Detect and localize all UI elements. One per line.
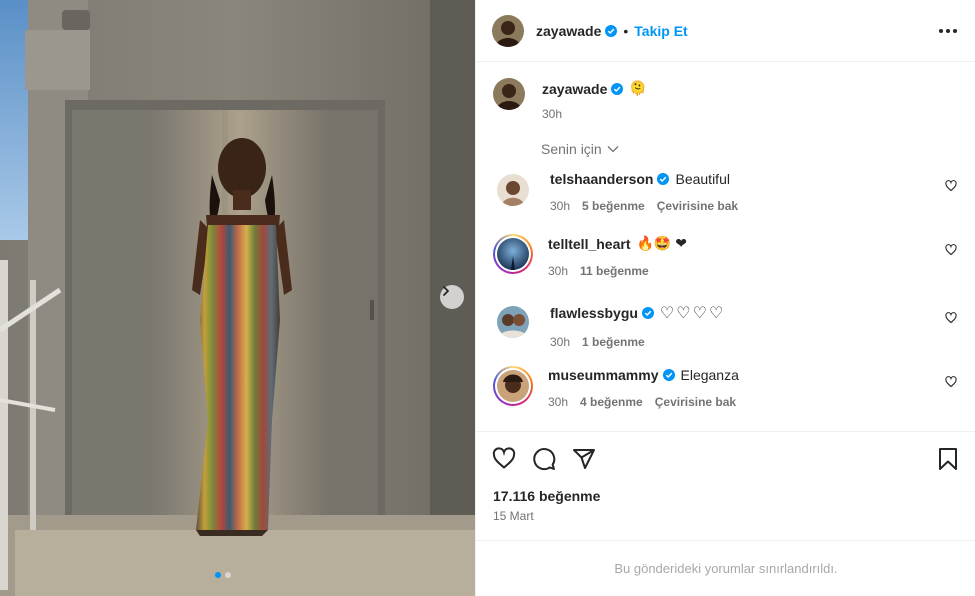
comment-text: Beautiful bbox=[675, 171, 730, 187]
verified-badge-icon bbox=[662, 369, 675, 381]
comment-heart-icon[interactable] bbox=[945, 180, 957, 192]
carousel-dot bbox=[225, 572, 231, 578]
comment-text: Eleganza bbox=[680, 367, 739, 383]
chevron-down-icon bbox=[607, 146, 619, 153]
commenter-avatar[interactable] bbox=[497, 306, 529, 338]
comment-item: telshaanderson Beautiful 30h 5 beğenme Ç… bbox=[493, 170, 963, 213]
author-username[interactable]: zayawade bbox=[536, 23, 601, 39]
carousel-dot-active bbox=[215, 572, 221, 578]
comment-item: telltell_heart 🔥🤩 ❤ 30h 11 beğenme bbox=[493, 234, 963, 278]
comment-bubble-icon bbox=[533, 448, 556, 471]
caption-timestamp[interactable]: 30h bbox=[542, 107, 647, 121]
comment-likes-count[interactable]: 4 beğenme bbox=[580, 395, 643, 409]
post-likes-count[interactable]: 17.116 beğenme bbox=[493, 488, 600, 504]
story-ring[interactable] bbox=[493, 366, 533, 406]
commenter-username[interactable]: telshaanderson bbox=[550, 171, 653, 187]
commenter-username[interactable]: flawlessbygu bbox=[550, 305, 638, 321]
see-translation-link[interactable]: Çevirisine bak bbox=[657, 199, 738, 213]
comment-sort-dropdown[interactable]: Senin için bbox=[541, 141, 619, 157]
author-avatar[interactable] bbox=[492, 14, 524, 47]
comments-limited-notice: Bu gönderideki yorumlar sınırlandırıldı. bbox=[476, 540, 975, 596]
comment-heart-icon[interactable] bbox=[945, 244, 957, 256]
caption-text: 🫠 bbox=[629, 80, 647, 96]
verified-badge-icon bbox=[605, 24, 618, 37]
heart-icon bbox=[492, 447, 516, 469]
story-ring[interactable] bbox=[493, 234, 533, 274]
comment-button[interactable] bbox=[532, 447, 556, 471]
carousel-dots bbox=[215, 572, 231, 578]
comment-item: museummammy Eleganza 30h 4 beğenme Çevir… bbox=[493, 366, 963, 409]
more-options-icon[interactable] bbox=[937, 23, 959, 39]
comment-timestamp[interactable]: 30h bbox=[548, 264, 568, 278]
comments-limited-text: Bu gönderideki yorumlar sınırlandırıldı. bbox=[614, 561, 838, 576]
photo-illustration bbox=[0, 0, 475, 596]
comment-text: 🔥🤩 ❤ bbox=[636, 235, 687, 251]
comment-likes-count[interactable]: 11 beğenme bbox=[580, 264, 649, 278]
comment-item: flawlessbygu ♡♡♡♡ 30h 1 beğenme bbox=[493, 302, 963, 349]
commenter-username[interactable]: telltell_heart bbox=[548, 236, 630, 252]
chevron-right-icon bbox=[443, 286, 449, 296]
save-button[interactable] bbox=[936, 447, 960, 471]
verified-badge-icon bbox=[657, 173, 670, 185]
commenter-avatar[interactable] bbox=[497, 174, 529, 206]
post-photo[interactable] bbox=[0, 0, 475, 596]
commenter-username[interactable]: museummammy bbox=[548, 367, 659, 383]
post-actions-bar bbox=[476, 431, 975, 486]
comment-likes-count[interactable]: 5 beğenme bbox=[582, 199, 645, 213]
caption-author-avatar[interactable] bbox=[493, 78, 525, 110]
comment-likes-count[interactable]: 1 beğenme bbox=[582, 335, 645, 349]
share-button[interactable] bbox=[572, 447, 596, 471]
post-details-panel: zayawade • Takip Et zayawade 🫠 30h Senin… bbox=[475, 0, 975, 596]
comment-timestamp[interactable]: 30h bbox=[548, 395, 568, 409]
verified-badge-icon bbox=[641, 307, 654, 319]
comment-text: ♡♡♡♡ bbox=[659, 305, 726, 322]
commenter-avatar[interactable] bbox=[497, 238, 529, 270]
comment-heart-icon[interactable] bbox=[945, 312, 957, 324]
comment-heart-icon[interactable] bbox=[945, 376, 957, 388]
post-header: zayawade • Takip Et bbox=[476, 0, 975, 62]
caption-username[interactable]: zayawade bbox=[542, 81, 607, 97]
comment-sort-label: Senin için bbox=[541, 141, 602, 157]
follow-button[interactable]: Takip Et bbox=[634, 23, 687, 39]
like-button[interactable] bbox=[492, 447, 516, 471]
next-photo-button[interactable] bbox=[440, 285, 464, 309]
bookmark-icon bbox=[939, 448, 957, 470]
see-translation-link[interactable]: Çevirisine bak bbox=[655, 395, 736, 409]
post-date[interactable]: 15 Mart bbox=[493, 509, 534, 523]
comment-timestamp[interactable]: 30h bbox=[550, 335, 570, 349]
post-caption: zayawade 🫠 30h bbox=[493, 78, 647, 121]
verified-badge-icon bbox=[611, 82, 624, 95]
paper-plane-icon bbox=[573, 449, 595, 469]
header-separator: • bbox=[623, 22, 629, 39]
comment-timestamp[interactable]: 30h bbox=[550, 199, 570, 213]
commenter-avatar[interactable] bbox=[497, 370, 529, 402]
